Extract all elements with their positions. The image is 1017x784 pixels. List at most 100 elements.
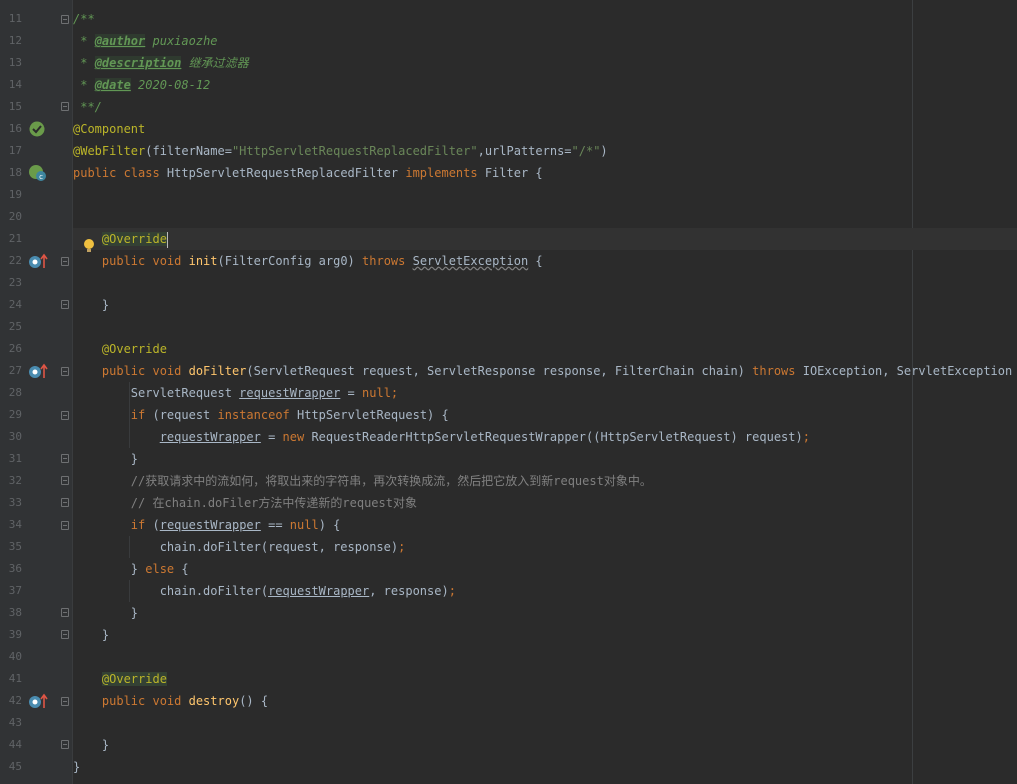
line-number[interactable]: 29 — [0, 404, 22, 426]
code-line[interactable]: 40 — [0, 646, 1017, 668]
code-line[interactable]: 27 public void doFilter(ServletRequest r… — [0, 360, 1017, 382]
code-line[interactable]: 36 } else { — [0, 558, 1017, 580]
fold-collapse-icon[interactable] — [61, 411, 69, 420]
code-line[interactable]: 42 public void destroy() { — [0, 690, 1017, 712]
fold-end-icon[interactable] — [61, 454, 69, 463]
code-line[interactable]: 32 //获取请求中的流如何，将取出来的字符串，再次转换成流，然后把它放入到新r… — [0, 470, 1017, 492]
line-number[interactable]: 12 — [0, 30, 22, 52]
code-line[interactable]: 28 ServletRequest requestWrapper = null; — [0, 382, 1017, 404]
fold-collapse-icon[interactable] — [61, 15, 69, 24]
line-number[interactable]: 21 — [0, 228, 22, 250]
line-number[interactable]: 34 — [0, 514, 22, 536]
code-line[interactable]: 34 if (requestWrapper == null) { — [0, 514, 1017, 536]
code-text[interactable]: } — [73, 624, 109, 646]
line-number[interactable]: 23 — [0, 272, 22, 294]
code-text[interactable]: } — [73, 602, 138, 624]
line-number[interactable]: 22 — [0, 250, 22, 272]
line-number[interactable]: 40 — [0, 646, 22, 668]
line-number[interactable]: 33 — [0, 492, 22, 514]
code-line[interactable]: 19 — [0, 184, 1017, 206]
line-number[interactable]: 15 — [0, 96, 22, 118]
line-number[interactable]: 19 — [0, 184, 22, 206]
fold-end-icon[interactable] — [61, 608, 69, 617]
code-line[interactable]: 20 — [0, 206, 1017, 228]
line-number[interactable]: 42 — [0, 690, 22, 712]
code-text[interactable]: * @date 2020-08-12 — [73, 74, 210, 96]
spring-bean-icon[interactable] — [28, 120, 46, 141]
line-number[interactable]: 38 — [0, 602, 22, 624]
code-line[interactable]: 16 @Component — [0, 118, 1017, 140]
line-number[interactable]: 39 — [0, 624, 22, 646]
fold-end-icon[interactable] — [61, 630, 69, 639]
fold-end-icon[interactable] — [61, 740, 69, 749]
fold-collapse-icon[interactable] — [61, 521, 69, 530]
line-number[interactable]: 37 — [0, 580, 22, 602]
code-line[interactable]: 12 * @author puxiaozhe — [0, 30, 1017, 52]
code-line[interactable]: 45} — [0, 756, 1017, 778]
code-line[interactable]: 18 public class HttpServletRequestReplace… — [0, 162, 1017, 184]
code-line[interactable]: 22 public void init(FilterConfig arg0) t… — [0, 250, 1017, 272]
code-text[interactable]: public class HttpServletRequestReplacedF… — [73, 162, 543, 184]
code-line[interactable]: 14 * @date 2020-08-12 — [0, 74, 1017, 96]
implements-method-icon[interactable] — [28, 692, 50, 713]
line-number[interactable]: 16 — [0, 118, 22, 140]
code-line[interactable]: 23 — [0, 272, 1017, 294]
line-number[interactable]: 35 — [0, 536, 22, 558]
code-line[interactable]: 30 requestWrapper = new RequestReaderHtt… — [0, 426, 1017, 448]
code-text[interactable]: /** — [73, 8, 95, 30]
implements-method-icon[interactable] — [28, 252, 50, 273]
code-editor[interactable]: 11/** 12 * @author puxiaozhe 13 * @descrip… — [0, 0, 1017, 784]
line-number[interactable]: 36 — [0, 558, 22, 580]
code-text[interactable]: @Override — [73, 338, 167, 360]
code-text[interactable]: } — [73, 294, 109, 316]
line-number[interactable]: 11 — [0, 8, 22, 30]
implements-method-icon[interactable] — [28, 362, 50, 383]
line-number[interactable]: 18 — [0, 162, 22, 184]
code-text[interactable]: @Override — [73, 668, 167, 690]
line-number[interactable]: 30 — [0, 426, 22, 448]
line-number[interactable]: 26 — [0, 338, 22, 360]
line-number[interactable]: 14 — [0, 74, 22, 96]
fold-end-icon[interactable] — [61, 300, 69, 309]
code-text[interactable]: chain.doFilter(requestWrapper, response)… — [73, 580, 456, 602]
code-text[interactable]: // 在chain.doFiler方法中传递新的request对象 — [73, 492, 417, 514]
code-text[interactable]: requestWrapper = new RequestReaderHttpSe… — [73, 426, 810, 448]
fold-end-icon[interactable] — [61, 102, 69, 111]
code-line[interactable]: 11 /** — [0, 8, 1017, 30]
code-line[interactable]: 13 * @description 继承过滤器 — [0, 52, 1017, 74]
code-text[interactable]: //获取请求中的流如何，将取出来的字符串，再次转换成流，然后把它放入到新requ… — [73, 470, 652, 492]
code-text[interactable]: * @author puxiaozhe — [73, 30, 218, 52]
code-line[interactable]: 17 @WebFilter(filterName="HttpServletRequ… — [0, 140, 1017, 162]
code-text[interactable]: } — [73, 448, 138, 470]
code-line[interactable]: 26 @Override — [0, 338, 1017, 360]
code-text[interactable]: public void destroy() { — [73, 690, 268, 712]
code-text[interactable]: **/ — [73, 96, 102, 118]
fold-collapse-icon[interactable] — [61, 367, 69, 376]
line-number[interactable]: 20 — [0, 206, 22, 228]
line-number[interactable]: 45 — [0, 756, 22, 778]
line-number[interactable]: 27 — [0, 360, 22, 382]
code-line[interactable]: 38 } — [0, 602, 1017, 624]
code-text[interactable]: } else { — [73, 558, 189, 580]
line-number[interactable]: 25 — [0, 316, 22, 338]
fold-collapse-icon[interactable] — [61, 257, 69, 266]
code-text[interactable]: } — [73, 734, 109, 756]
code-line[interactable]: 25 — [0, 316, 1017, 338]
code-text[interactable]: @WebFilter(filterName="HttpServletReques… — [73, 140, 608, 162]
intention-bulb-icon[interactable] — [82, 238, 96, 257]
code-line[interactable]: 29 if (request instanceof HttpServletReq… — [0, 404, 1017, 426]
spring-class-icon[interactable]: c — [28, 164, 48, 185]
line-number[interactable]: 41 — [0, 668, 22, 690]
code-text[interactable]: * @description 继承过滤器 — [73, 52, 249, 74]
fold-end-icon[interactable] — [61, 476, 69, 485]
code-line[interactable]: 44 } — [0, 734, 1017, 756]
code-line[interactable]: 35 chain.doFilter(request, response); — [0, 536, 1017, 558]
code-line[interactable]: 24 } — [0, 294, 1017, 316]
code-text[interactable]: public void doFilter(ServletRequest requ… — [73, 360, 1017, 382]
line-number[interactable]: 24 — [0, 294, 22, 316]
code-text[interactable]: @Component — [73, 118, 145, 140]
code-text[interactable]: chain.doFilter(request, response); — [73, 536, 406, 558]
line-number[interactable]: 43 — [0, 712, 22, 734]
line-number[interactable]: 31 — [0, 448, 22, 470]
code-line[interactable]: 33 // 在chain.doFiler方法中传递新的request对象 — [0, 492, 1017, 514]
